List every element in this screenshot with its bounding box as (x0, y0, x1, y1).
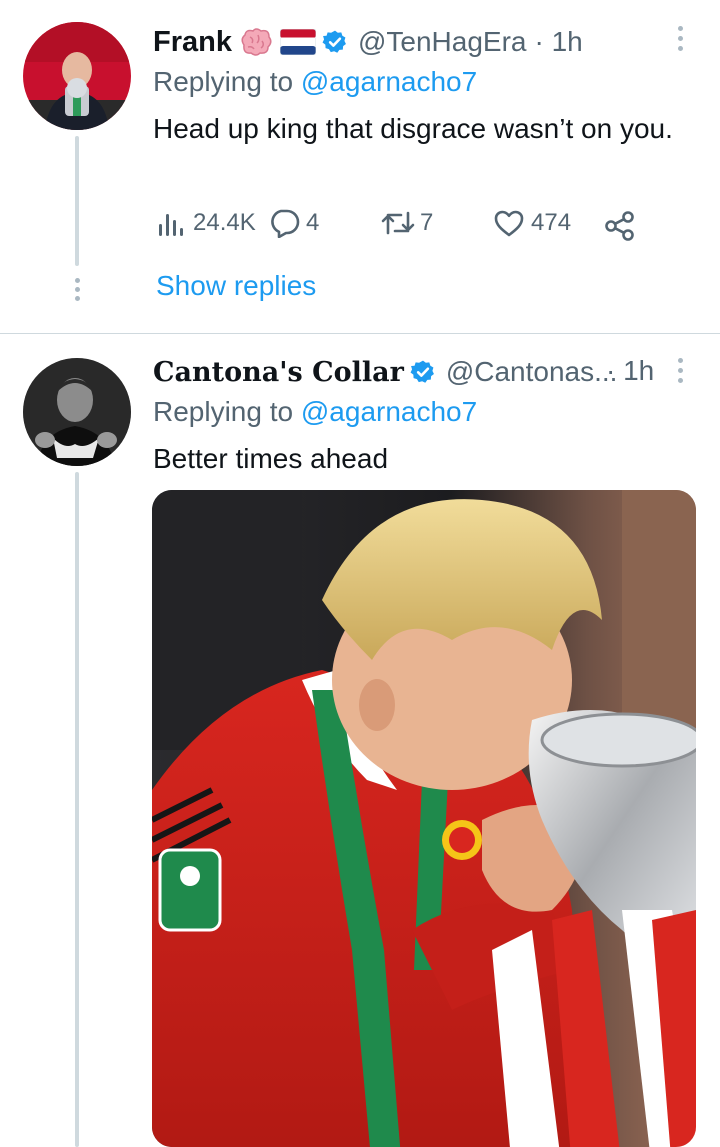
replying-to: Replying to @agarnacho7 (153, 396, 477, 428)
views-icon (157, 208, 185, 238)
tweet-timestamp[interactable]: · 1h (606, 355, 654, 387)
user-handle[interactable]: @Cantonas... (446, 356, 618, 388)
tweet-photo[interactable] (152, 490, 696, 1147)
retweet-action[interactable]: 7 (380, 208, 433, 238)
verified-badge-icon (410, 359, 436, 385)
share-action[interactable] (604, 210, 636, 242)
brain-emoji-icon (238, 27, 274, 57)
views-count: 24.4K (193, 209, 256, 236)
like-action[interactable]: 474 (493, 208, 571, 238)
tweet-divider (0, 333, 720, 334)
replying-to-handle[interactable]: @agarnacho7 (301, 396, 477, 427)
thread-connector-line (75, 136, 79, 266)
avatar-frank[interactable] (23, 22, 131, 130)
retweet-icon (380, 208, 416, 238)
reply-count: 4 (306, 209, 320, 236)
share-icon (604, 210, 636, 242)
tweet-timestamp[interactable]: · 1h (535, 26, 583, 58)
replying-to-handle[interactable]: @agarnacho7 (301, 66, 477, 97)
tweet-header: Cantona's Collar @Cantonas... (153, 352, 617, 392)
tweet-header: Frank @TenHagEra · 1h (153, 22, 583, 62)
netherlands-flag-icon (279, 29, 316, 55)
like-count: 474 (531, 209, 572, 236)
more-options-icon[interactable] (676, 358, 684, 383)
reply-action[interactable]: 4 (268, 208, 319, 238)
tweet-text: Head up king that disgrace wasn’t on you… (153, 113, 673, 144)
display-name[interactable]: Cantona's Collar (153, 357, 404, 388)
views-action[interactable]: 24.4K (157, 208, 256, 238)
thread-gap-dots (73, 278, 81, 301)
thread-connector-line (75, 472, 79, 1147)
avatar-cantonas-collar[interactable] (23, 358, 131, 466)
user-handle[interactable]: @TenHagEra (358, 26, 527, 58)
replying-to-label: Replying to (153, 66, 294, 97)
display-name[interactable]: Frank (153, 26, 232, 59)
like-icon (493, 208, 525, 238)
retweet-count: 7 (420, 209, 434, 236)
more-options-icon[interactable] (676, 26, 684, 51)
replying-to-label: Replying to (153, 396, 294, 427)
reply-icon (268, 208, 300, 238)
tweet-text: Better times ahead (153, 443, 389, 474)
show-replies-link[interactable]: Show replies (156, 270, 316, 302)
verified-badge-icon (322, 29, 348, 55)
replying-to: Replying to @agarnacho7 (153, 66, 477, 98)
